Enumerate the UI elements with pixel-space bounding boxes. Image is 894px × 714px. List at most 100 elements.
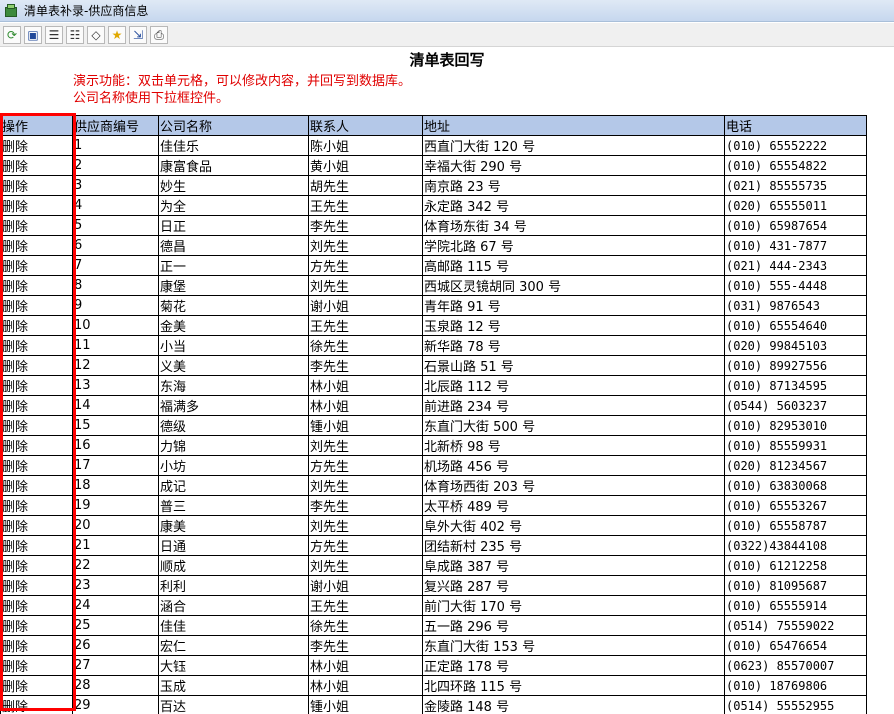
address-cell[interactable]: 正定路 178 号 [422,655,725,676]
contact-cell[interactable]: 谢小姐 [308,575,423,596]
contact-cell[interactable]: 刘先生 [308,515,423,536]
phone-cell[interactable]: (010) 81095687 [724,575,867,596]
phone-cell[interactable]: (010) 555-4448 [724,275,867,296]
address-cell[interactable]: 金陵路 148 号 [422,695,725,714]
supplier-id-cell[interactable]: 21 [72,535,159,556]
address-cell[interactable]: 机场路 456 号 [422,455,725,476]
phone-cell[interactable]: (010) 65987654 [724,215,867,236]
supplier-id-cell[interactable]: 13 [72,375,159,396]
contact-cell[interactable]: 陈小姐 [308,135,423,156]
supplier-id-cell[interactable]: 3 [72,175,159,196]
contact-cell[interactable]: 徐先生 [308,335,423,356]
address-cell[interactable]: 北辰路 112 号 [422,375,725,396]
delete-link[interactable]: 删除 [0,575,73,596]
address-cell[interactable]: 前门大街 170 号 [422,595,725,616]
refresh-icon[interactable]: ⟳ [3,25,21,44]
supplier-id-cell[interactable]: 12 [72,355,159,376]
company-cell[interactable]: 东海 [158,375,309,396]
delete-link[interactable]: 删除 [0,215,73,236]
company-cell[interactable]: 利利 [158,575,309,596]
company-cell[interactable]: 大钰 [158,655,309,676]
supplier-id-cell[interactable]: 5 [72,215,159,236]
supplier-id-cell[interactable]: 11 [72,335,159,356]
contact-cell[interactable]: 锺小姐 [308,415,423,436]
contact-cell[interactable]: 李先生 [308,355,423,376]
phone-cell[interactable]: (010) 87134595 [724,375,867,396]
supplier-id-cell[interactable]: 4 [72,195,159,216]
phone-cell[interactable]: (020) 99845103 [724,335,867,356]
company-cell[interactable]: 普三 [158,495,309,516]
address-cell[interactable]: 五一路 296 号 [422,615,725,636]
company-cell[interactable]: 日通 [158,535,309,556]
address-cell[interactable]: 东直门大街 500 号 [422,415,725,436]
phone-cell[interactable]: (010) 65554822 [724,155,867,176]
contact-cell[interactable]: 刘先生 [308,235,423,256]
print-icon[interactable]: ⎙ [150,25,168,44]
phone-cell[interactable]: (010) 61212258 [724,555,867,576]
delete-link[interactable]: 删除 [0,275,73,296]
phone-cell[interactable]: (010) 65552222 [724,135,867,156]
phone-cell[interactable]: (010) 89927556 [724,355,867,376]
supplier-id-cell[interactable]: 2 [72,155,159,176]
address-cell[interactable]: 学院北路 67 号 [422,235,725,256]
phone-cell[interactable]: (010) 65554640 [724,315,867,336]
delete-link[interactable]: 删除 [0,395,73,416]
contact-cell[interactable]: 刘先生 [308,475,423,496]
contact-cell[interactable]: 李先生 [308,495,423,516]
delete-link[interactable]: 删除 [0,355,73,376]
company-cell[interactable]: 为全 [158,195,309,216]
delete-row-icon[interactable]: ☷ [66,25,84,44]
phone-cell[interactable]: (010) 63830068 [724,475,867,496]
contact-cell[interactable]: 刘先生 [308,275,423,296]
delete-link[interactable]: 删除 [0,235,73,256]
supplier-id-cell[interactable]: 28 [72,675,159,696]
company-cell[interactable]: 小坊 [158,455,309,476]
company-cell[interactable]: 德级 [158,415,309,436]
delete-link[interactable]: 删除 [0,195,73,216]
phone-cell[interactable]: (0322)43844108 [724,535,867,556]
supplier-id-cell[interactable]: 9 [72,295,159,316]
delete-link[interactable]: 删除 [0,455,73,476]
delete-link[interactable]: 删除 [0,655,73,676]
address-cell[interactable]: 团结新村 235 号 [422,535,725,556]
delete-link[interactable]: 删除 [0,535,73,556]
company-cell[interactable]: 金美 [158,315,309,336]
phone-cell[interactable]: (010) 65558787 [724,515,867,536]
address-cell[interactable]: 太平桥 489 号 [422,495,725,516]
phone-cell[interactable]: (010) 65555914 [724,595,867,616]
contact-cell[interactable]: 王先生 [308,315,423,336]
address-cell[interactable]: 西城区灵镜胡同 300 号 [422,275,725,296]
company-cell[interactable]: 小当 [158,335,309,356]
delete-link[interactable]: 删除 [0,335,73,356]
save-icon[interactable]: ▣ [24,25,42,44]
company-cell[interactable]: 日正 [158,215,309,236]
phone-cell[interactable]: (010) 65553267 [724,495,867,516]
phone-cell[interactable]: (021) 85555735 [724,175,867,196]
phone-cell[interactable]: (0544) 5603237 [724,395,867,416]
supplier-id-cell[interactable]: 29 [72,695,159,714]
delete-link[interactable]: 删除 [0,415,73,436]
phone-cell[interactable]: (010) 18769806 [724,675,867,696]
address-cell[interactable]: 新华路 78 号 [422,335,725,356]
delete-link[interactable]: 删除 [0,615,73,636]
contact-cell[interactable]: 李先生 [308,215,423,236]
supplier-id-cell[interactable]: 27 [72,655,159,676]
supplier-id-cell[interactable]: 10 [72,315,159,336]
company-cell[interactable]: 佳佳乐 [158,135,309,156]
address-cell[interactable]: 阜外大街 402 号 [422,515,725,536]
supplier-id-cell[interactable]: 7 [72,255,159,276]
contact-cell[interactable]: 胡先生 [308,175,423,196]
address-cell[interactable]: 体育场西街 203 号 [422,475,725,496]
contact-cell[interactable]: 黄小姐 [308,155,423,176]
delete-link[interactable]: 删除 [0,315,73,336]
contact-cell[interactable]: 锺小姐 [308,695,423,714]
contact-cell[interactable]: 林小姐 [308,675,423,696]
contact-cell[interactable]: 刘先生 [308,435,423,456]
phone-cell[interactable]: (0514) 75559022 [724,615,867,636]
supplier-id-cell[interactable]: 6 [72,235,159,256]
address-cell[interactable]: 阜成路 387 号 [422,555,725,576]
delete-link[interactable]: 删除 [0,135,73,156]
address-cell[interactable]: 西直门大街 120 号 [422,135,725,156]
supplier-id-cell[interactable]: 14 [72,395,159,416]
delete-link[interactable]: 删除 [0,495,73,516]
